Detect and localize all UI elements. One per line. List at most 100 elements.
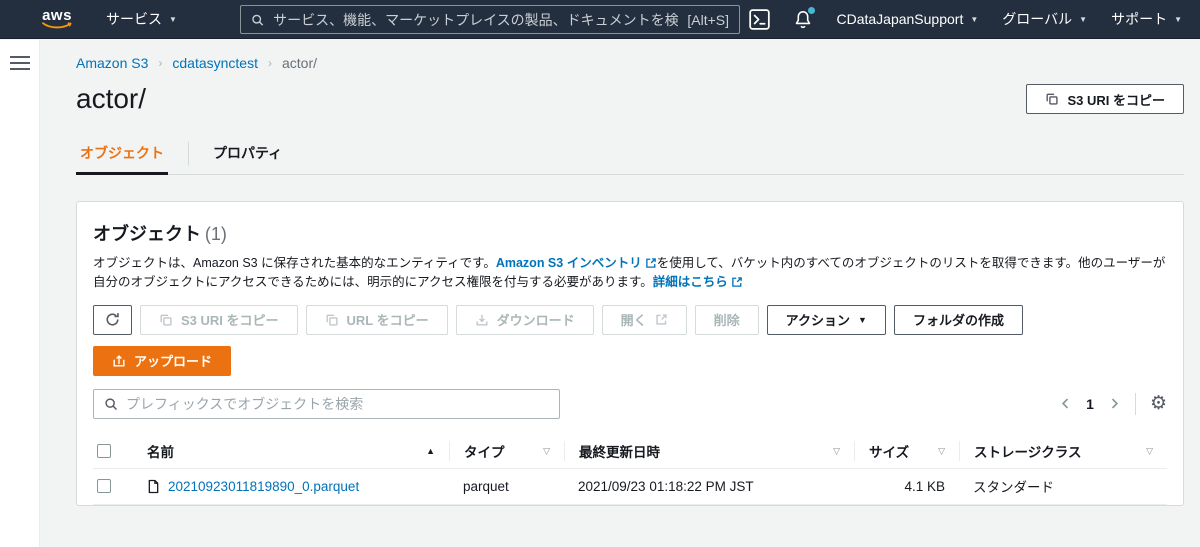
notifications-bell[interactable]: [794, 6, 816, 29]
nav-account-menu[interactable]: CDataJapanSupport ▼: [836, 11, 978, 27]
external-link-icon: [731, 277, 742, 288]
search-icon: [105, 398, 118, 410]
copy-s3-uri-header-label: S3 URI をコピー: [1067, 92, 1165, 108]
description-text: オブジェクトは、Amazon S3 に保存された基本的なエンティティです。: [93, 256, 496, 270]
tab-objects[interactable]: オブジェクト: [76, 137, 168, 175]
main-content: Amazon S3 › cdatasynctest › actor/ actor…: [40, 39, 1200, 506]
nav-services-label: サービス: [106, 11, 162, 27]
prefix-search-input[interactable]: [126, 395, 549, 412]
nav-region-label: グローバル: [1002, 11, 1073, 27]
learn-more-link[interactable]: 詳細はこちら: [653, 275, 728, 289]
object-type: parquet: [463, 478, 509, 494]
global-search-placeholder: サービス、機能、マーケットプレイスの製品、ドキュメントを検索し: [273, 11, 679, 28]
open-button[interactable]: 開く: [601, 304, 687, 335]
copy-icon: [326, 314, 338, 326]
sort-icon: ▽: [938, 445, 945, 456]
refresh-icon: [106, 313, 119, 326]
tab-bar: オブジェクト プロパティ: [76, 137, 1184, 175]
delete-label: 削除: [713, 313, 740, 329]
prefix-search-box: [93, 388, 560, 419]
nav-support-menu[interactable]: サポート ▼: [1111, 9, 1182, 29]
preferences-gear-icon[interactable]: ⚙: [1150, 394, 1167, 413]
cloudshell-icon[interactable]: [749, 8, 771, 30]
delete-button[interactable]: 削除: [694, 304, 759, 335]
page-title: actor/: [76, 83, 147, 114]
column-header-storage-class[interactable]: ストレージクラス ▽: [959, 441, 1167, 462]
copy-s3-uri-header-button[interactable]: S3 URI をコピー: [1026, 84, 1184, 114]
aws-logo-text: aws: [42, 7, 72, 24]
breadcrumb: Amazon S3 › cdatasynctest › actor/: [76, 55, 1184, 71]
table-header-row: 名前 ▲ タイプ ▽ 最終更新日時 ▽ サイズ ▽ ストレージクラス ▽: [93, 435, 1167, 469]
download-icon: [476, 314, 488, 326]
refresh-button[interactable]: [93, 304, 132, 335]
object-name-link[interactable]: 20210923011819890_0.parquet: [168, 479, 359, 494]
column-header-modified-label: 最終更新日時: [579, 445, 660, 461]
chevron-down-icon: ▼: [169, 14, 177, 24]
copy-icon: [160, 314, 172, 326]
breadcrumb-current-prefix: actor/: [281, 55, 317, 71]
external-link-icon: [645, 258, 656, 268]
breadcrumb-amazon-s3[interactable]: Amazon S3: [76, 55, 148, 71]
copy-s3-uri-label: S3 URI をコピー: [181, 313, 279, 329]
column-header-size-label: サイズ: [869, 445, 910, 461]
nav-region-menu[interactable]: グローバル ▼: [1002, 9, 1087, 29]
s3-inventory-link[interactable]: Amazon S3 インベントリ: [496, 256, 642, 270]
hamburger-menu-icon[interactable]: [9, 56, 30, 70]
copy-icon: [1046, 93, 1059, 105]
object-actions-toolbar: S3 URI をコピー URL をコピー ダウンロード 開く 削除 アクション …: [93, 304, 1167, 335]
create-folder-label: フォルダの作成: [912, 313, 1004, 329]
panel-object-count: (1): [204, 224, 227, 244]
chevron-down-icon: ▼: [1174, 14, 1182, 24]
object-last-modified: 2021/09/23 01:18:22 PM JST: [578, 478, 754, 494]
breadcrumb-bucket[interactable]: cdatasynctest: [172, 55, 258, 71]
column-header-modified[interactable]: 最終更新日時 ▽: [564, 441, 854, 462]
select-all-checkbox[interactable]: [97, 444, 111, 459]
sort-ascending-icon: ▲: [426, 446, 435, 457]
row-checkbox[interactable]: [97, 479, 111, 494]
chevron-down-icon: ▼: [970, 14, 979, 24]
previous-page-icon[interactable]: [1059, 397, 1072, 410]
current-page-number[interactable]: 1: [1086, 396, 1094, 412]
open-label: 開く: [620, 313, 647, 329]
nav-support-label: サポート: [1111, 11, 1168, 27]
breadcrumb-separator: ›: [267, 56, 272, 70]
column-header-size[interactable]: サイズ ▽: [854, 441, 959, 462]
table-row: 20210923011819890_0.parquet parquet 2021…: [93, 469, 1167, 505]
tab-divider: [188, 142, 189, 166]
column-header-name[interactable]: 名前 ▲: [133, 441, 449, 461]
upload-button[interactable]: アップロード: [93, 345, 232, 376]
breadcrumb-separator: ›: [158, 56, 163, 70]
column-header-name-label: 名前: [147, 445, 174, 461]
sort-icon: ▽: [543, 445, 550, 456]
download-label: ダウンロード: [496, 313, 575, 329]
create-folder-button[interactable]: フォルダの作成: [893, 304, 1023, 335]
nav-account-label: CDataJapanSupport: [836, 11, 964, 27]
global-search-input[interactable]: サービス、機能、マーケットプレイスの製品、ドキュメントを検索し [Alt+S]: [240, 5, 740, 34]
global-search-shortcut: [Alt+S]: [687, 11, 729, 28]
pagination: 1 ⚙: [1059, 392, 1167, 415]
top-navigation: aws サービス ▼ サービス、機能、マーケットプレイスの製品、ドキュメントを検…: [0, 0, 1200, 39]
search-icon: [252, 14, 264, 26]
objects-panel: オブジェクト (1) オブジェクトは、Amazon S3 に保存された基本的なエ…: [76, 201, 1184, 506]
tab-properties[interactable]: プロパティ: [209, 137, 286, 174]
file-icon: [148, 479, 159, 493]
upload-label: アップロード: [134, 354, 213, 370]
chevron-down-icon: ▼: [858, 314, 867, 325]
next-page-icon[interactable]: [1108, 397, 1121, 410]
copy-s3-uri-button[interactable]: S3 URI をコピー: [140, 304, 298, 335]
sort-icon: ▽: [833, 445, 840, 456]
pagination-divider: [1134, 392, 1136, 415]
column-header-storage-label: ストレージクラス: [974, 445, 1082, 461]
panel-description: オブジェクトは、Amazon S3 に保存された基本的なエンティティです。Ama…: [93, 254, 1167, 293]
column-header-type-label: タイプ: [464, 445, 505, 461]
actions-dropdown-button[interactable]: アクション ▼: [766, 304, 886, 335]
panel-title: オブジェクト: [93, 224, 201, 244]
object-storage-class: スタンダード: [973, 480, 1054, 496]
chevron-down-icon: ▼: [1079, 14, 1088, 24]
external-link-icon: [655, 314, 667, 325]
copy-url-button[interactable]: URL をコピー: [305, 304, 448, 335]
column-header-type[interactable]: タイプ ▽: [449, 441, 564, 462]
nav-services-menu[interactable]: サービス ▼: [106, 9, 177, 29]
download-button[interactable]: ダウンロード: [455, 304, 594, 335]
aws-logo[interactable]: aws: [42, 7, 72, 29]
